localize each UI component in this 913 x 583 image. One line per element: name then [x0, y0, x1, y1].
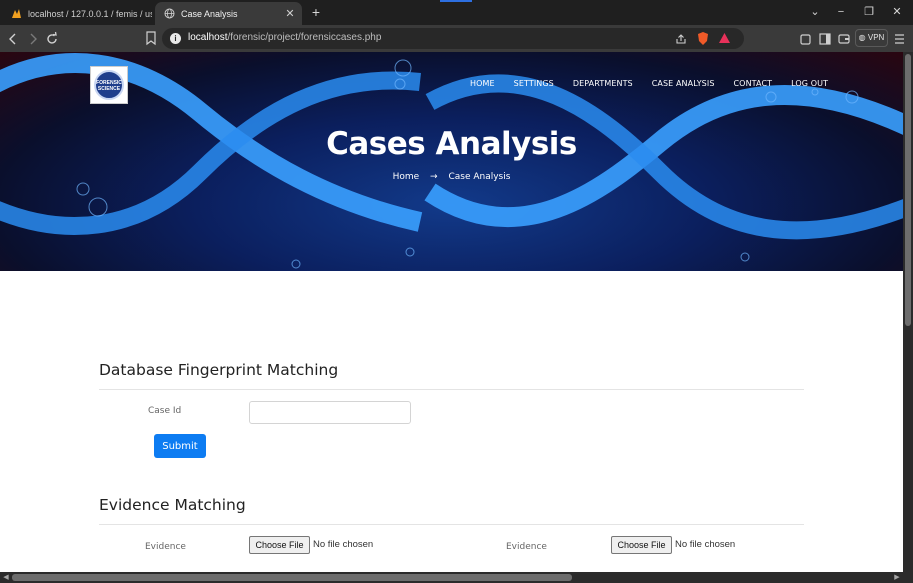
browser-toolbar: i localhost/forensic/project/forensiccas…: [0, 25, 913, 52]
hero-banner: FORENSIC SCIENCE HOME SETTINGS DEPARTMEN…: [0, 52, 903, 271]
vpn-button[interactable]: ◍ VPN: [855, 29, 888, 47]
restore-button[interactable]: ❐: [858, 4, 880, 20]
site-info-icon[interactable]: i: [170, 33, 181, 44]
wallet-icon[interactable]: [835, 30, 853, 48]
vertical-scrollbar[interactable]: [903, 52, 913, 572]
tab-title: localhost / 127.0.0.1 / femis / users: [28, 8, 152, 19]
choose-file-button-1[interactable]: Choose File: [249, 536, 310, 554]
minimize-button[interactable]: −: [830, 4, 852, 20]
breadcrumb-current: Case Analysis: [448, 172, 511, 182]
scroll-left-icon[interactable]: ◀: [1, 572, 11, 583]
arrow-right-icon: →: [430, 172, 438, 182]
tab-phpmyadmin[interactable]: localhost / 127.0.0.1 / femis / users: [2, 2, 152, 25]
reload-icon[interactable]: [43, 30, 61, 48]
close-tab-icon[interactable]: ✕: [282, 7, 298, 20]
tab-search-icon[interactable]: ⌄: [804, 4, 826, 20]
extensions-icon[interactable]: [797, 30, 815, 48]
scrollbar-corner: [903, 572, 913, 583]
vertical-scroll-thumb[interactable]: [905, 54, 911, 326]
case-id-input[interactable]: [249, 401, 411, 424]
back-arrow-icon[interactable]: [4, 30, 22, 48]
menu-icon[interactable]: [891, 30, 909, 48]
evidence-label-2: Evidence: [506, 542, 547, 552]
scroll-right-icon[interactable]: ▶: [892, 572, 902, 583]
page-viewport: FORENSIC SCIENCE HOME SETTINGS DEPARTMEN…: [0, 52, 903, 572]
nav-contact[interactable]: CONTACT: [734, 79, 773, 88]
nav-departments[interactable]: DEPARTMENTS: [573, 79, 633, 88]
horizontal-scrollbar[interactable]: ◀ ▶: [0, 572, 903, 583]
section-divider: [99, 389, 804, 390]
submit-button[interactable]: Submit: [154, 434, 206, 458]
tab-strip-accent: [440, 0, 472, 2]
brave-rewards-icon[interactable]: [718, 32, 731, 44]
breadcrumb-home[interactable]: Home: [393, 172, 420, 182]
address-bar[interactable]: i localhost/forensic/project/forensiccas…: [162, 28, 744, 49]
logo-emblem: FORENSIC SCIENCE: [94, 70, 124, 100]
site-logo[interactable]: FORENSIC SCIENCE: [90, 66, 128, 104]
evidence-section-title: Evidence Matching: [99, 496, 246, 514]
sidebar-icon[interactable]: [816, 30, 834, 48]
forward-arrow-icon[interactable]: [24, 30, 42, 48]
fingerprint-section-title: Database Fingerprint Matching: [99, 361, 339, 379]
phpmyadmin-icon: [12, 9, 21, 18]
horizontal-scroll-thumb[interactable]: [12, 574, 572, 581]
globe-icon: [164, 8, 175, 19]
case-id-label: Case Id: [148, 406, 182, 416]
breadcrumb: Home → Case Analysis: [0, 172, 903, 182]
url-text: localhost/forensic/project/forensiccases…: [188, 32, 382, 43]
close-window-button[interactable]: ✕: [886, 4, 908, 20]
page-title: Cases Analysis: [326, 126, 577, 162]
choose-file-button-2[interactable]: Choose File: [611, 536, 672, 554]
nav-home[interactable]: HOME: [470, 79, 495, 88]
file-status-2: No file chosen: [675, 539, 736, 550]
share-icon[interactable]: [675, 33, 687, 45]
nav-settings[interactable]: SETTINGS: [514, 79, 554, 88]
evidence-label-1: Evidence: [145, 542, 186, 552]
browser-tab-bar: localhost / 127.0.0.1 / femis / users Ca…: [0, 0, 913, 25]
file-status-1: No file chosen: [313, 539, 374, 550]
new-tab-button[interactable]: +: [308, 4, 324, 20]
bookmark-icon[interactable]: [145, 30, 157, 46]
nav-case-analysis[interactable]: CASE ANALYSIS: [652, 79, 715, 88]
main-nav: HOME SETTINGS DEPARTMENTS CASE ANALYSIS …: [470, 79, 847, 88]
tab-title: Case Analysis: [181, 8, 238, 19]
tab-case-analysis[interactable]: Case Analysis ✕: [155, 2, 302, 25]
section-divider: [99, 524, 804, 525]
nav-log-out[interactable]: LOG OUT: [791, 79, 828, 88]
vpn-shield-icon: ◍: [858, 33, 868, 42]
brave-shields-icon[interactable]: [696, 31, 710, 46]
